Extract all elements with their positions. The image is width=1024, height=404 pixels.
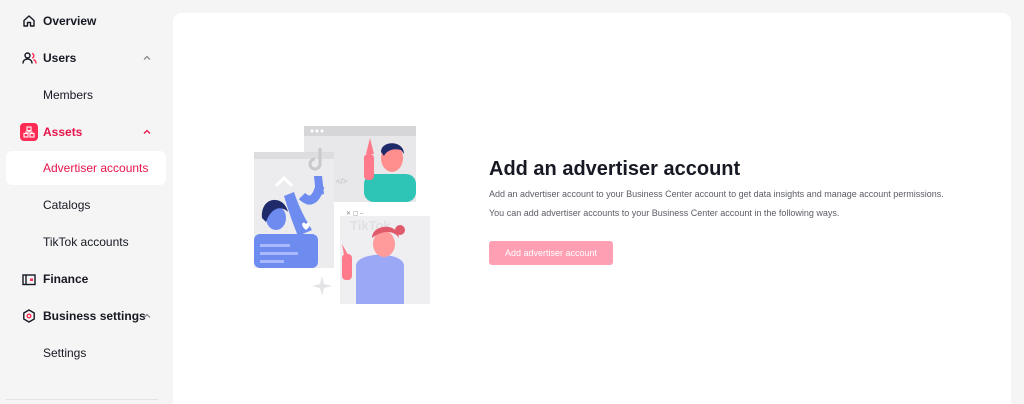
sidebar-item-label: Assets xyxy=(43,125,83,139)
settings-icon xyxy=(20,307,38,325)
chevron-up-icon[interactable] xyxy=(141,310,153,322)
sidebar: Overview Users Members Assets Advertiser… xyxy=(0,0,172,404)
sidebar-item-label: Business settings xyxy=(43,309,146,323)
sidebar-item-label: Finance xyxy=(43,272,89,286)
sidebar-item-tiktok-accounts[interactable]: TikTok accounts xyxy=(6,225,166,259)
sidebar-item-label: Users xyxy=(43,51,77,65)
svg-text:</>: </> xyxy=(336,177,348,186)
sidebar-item-overview[interactable]: Overview xyxy=(6,4,166,38)
sidebar-item-members[interactable]: Members xyxy=(6,78,166,112)
sidebar-item-label: Overview xyxy=(43,14,97,28)
home-icon xyxy=(20,12,38,30)
sidebar-item-label: Members xyxy=(43,88,94,102)
sidebar-item-advertiser-accounts[interactable]: Advertiser accounts xyxy=(6,151,166,185)
divider xyxy=(6,399,158,400)
empty-state-illustration: </> TikTok ✕ ▢ – xyxy=(254,126,430,304)
chevron-up-icon[interactable] xyxy=(141,52,153,64)
sidebar-item-business-settings[interactable]: Business settings xyxy=(6,299,166,333)
sidebar-item-assets[interactable]: Assets xyxy=(6,115,166,149)
sidebar-item-label: Settings xyxy=(43,346,87,360)
sidebar-item-label: Advertiser accounts xyxy=(43,161,149,175)
page-title: Add an advertiser account xyxy=(489,158,741,180)
wallet-icon xyxy=(20,270,38,288)
sidebar-item-users[interactable]: Users xyxy=(6,41,166,75)
sidebar-item-label: Catalogs xyxy=(43,198,91,212)
svg-text:✕ ▢ –: ✕ ▢ – xyxy=(346,211,364,217)
description-line: You can add advertiser accounts to your … xyxy=(489,208,840,218)
sidebar-item-finance[interactable]: Finance xyxy=(6,262,166,296)
sidebar-item-label: TikTok accounts xyxy=(43,235,129,249)
assets-icon xyxy=(20,123,38,141)
main-panel: </> TikTok ✕ ▢ – Add an advertiser accou… xyxy=(173,13,1011,404)
add-advertiser-account-button[interactable]: Add advertiser account xyxy=(489,241,613,265)
sidebar-item-settings[interactable]: Settings xyxy=(6,336,166,370)
chevron-up-icon[interactable] xyxy=(141,126,153,138)
users-icon xyxy=(20,49,38,67)
sidebar-item-catalogs[interactable]: Catalogs xyxy=(6,188,166,222)
description-line: Add an advertiser account to your Busine… xyxy=(489,189,944,199)
